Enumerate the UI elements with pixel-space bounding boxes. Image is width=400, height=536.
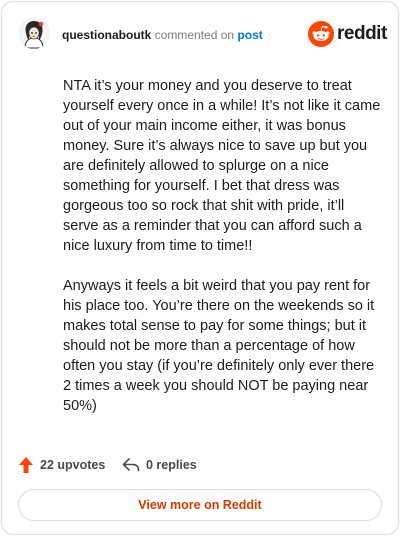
post-link[interactable]: post	[237, 28, 262, 42]
reply-button[interactable]: 0 replies	[122, 454, 197, 476]
reddit-logo-icon	[308, 21, 334, 47]
upvote-button[interactable]: 22 upvotes	[18, 454, 105, 476]
replies-count: 0 replies	[146, 458, 197, 472]
comment-header: questionaboutk commented on post reddit	[18, 17, 387, 53]
comment-paragraph: Anyways it feels a bit weird that you pa…	[63, 278, 375, 414]
reddit-comment-embed-card: questionaboutk commented on post reddit …	[1, 1, 399, 535]
user-avatar[interactable]	[18, 17, 50, 49]
username-link[interactable]: questionaboutk	[62, 28, 151, 42]
comment-actions: 22 upvotes 0 replies	[18, 454, 318, 476]
comment-meta: questionaboutk commented on post	[62, 27, 263, 43]
reddit-brand[interactable]: reddit	[308, 21, 387, 47]
comment-paragraph: NTA it’s your money and you deserve to t…	[63, 78, 381, 254]
comment-body: NTA it’s your money and you deserve to t…	[63, 76, 383, 436]
avatar-icon	[18, 17, 50, 49]
upvotes-count: 22 upvotes	[40, 458, 106, 472]
reddit-wordmark: reddit	[337, 23, 387, 44]
commented-on-text: commented on	[154, 28, 235, 42]
reply-arrow-icon	[122, 458, 140, 472]
view-more-on-reddit-button[interactable]: View more on Reddit	[18, 489, 382, 521]
upvote-arrow-icon	[19, 457, 33, 473]
